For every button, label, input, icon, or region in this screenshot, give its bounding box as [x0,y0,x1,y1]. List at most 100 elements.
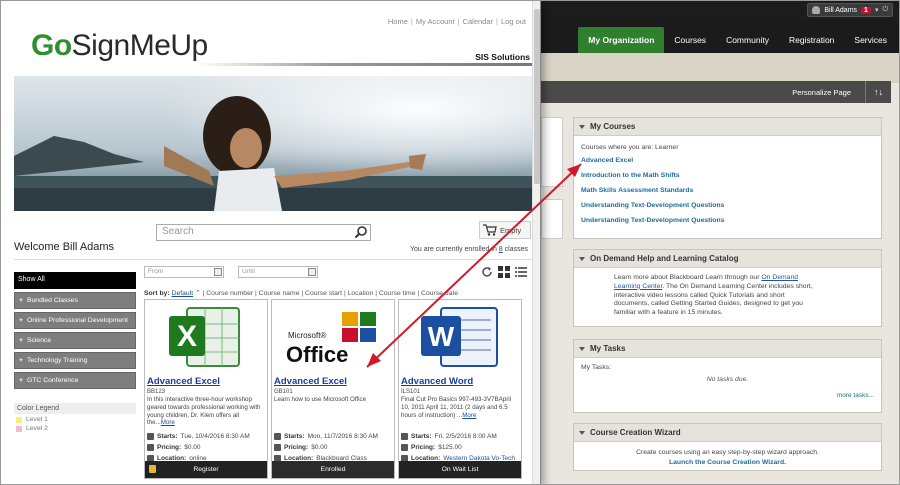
more-link[interactable]: More [161,419,175,426]
more-tasks-link[interactable]: more tasks... [581,392,874,399]
search-icon[interactable] [354,225,368,239]
calendar-icon [401,433,408,440]
sort-option[interactable]: Course date [421,290,458,297]
starts-label: Starts: [411,433,432,440]
calendar-icon[interactable] [214,268,222,276]
sidebar-item-gtc-conference[interactable]: + GTC Conference [14,372,136,389]
sidebar-item-label: GTC Conference [26,377,79,384]
chevron-down-icon[interactable]: ▾ [875,6,879,14]
tab-community[interactable]: Community [716,27,779,53]
sort-default-link[interactable]: Default [172,290,194,297]
module-header[interactable]: On Demand Help and Learning Catalog [574,250,881,268]
grid-view-icon[interactable] [498,266,510,278]
home-link[interactable]: Home [388,17,408,26]
legend-row: Level 1 [14,416,136,423]
refresh-icon[interactable] [481,266,493,278]
sidebar-item-label: Online Professional Development [26,317,128,324]
sort-option[interactable]: Course start [305,290,342,297]
word-logo-icon: W [421,307,498,367]
cart-label: Empty [500,225,522,235]
sidebar-item-bundled-classes[interactable]: + Bundled Classes [14,292,136,309]
legend-label: Level 1 [26,416,48,423]
sidebar-item-technology-training[interactable]: + Technology Training [14,352,136,369]
my-tasks-module: My Tasks My Tasks: No tasks due. more ta… [573,339,882,413]
cart-button[interactable]: Empty [479,221,531,239]
enrolled-button[interactable]: Enrolled [272,461,394,478]
logout-link[interactable]: Log out [501,17,526,26]
gosignmeup-logo[interactable]: GoSignMeUp [31,31,208,61]
scrollbar[interactable] [532,1,540,484]
plus-icon: + [19,377,23,384]
plus-icon: + [19,337,23,344]
collapse-icon[interactable] [579,346,585,351]
course-link[interactable]: Introduction to the Math Shifts [581,172,874,179]
price-tag-icon [274,444,281,451]
enrolled-suffix: classes [502,246,528,253]
sis-solutions-label: SIS Solutions [475,52,530,62]
sidebar-item-online-pd[interactable]: + Online Professional Development [14,312,136,329]
pricing-value: $0.00 [311,444,328,451]
course-link[interactable]: Understanding Text-Development Questions [581,217,874,224]
courses-subtitle: Courses where you are: Learner [581,144,679,151]
scrollbar-thumb[interactable] [534,9,540,184]
user-menu[interactable]: Bill Adams 1 ▾ ⏻ [807,3,893,17]
on-demand-module: On Demand Help and Learning Catalog Lear… [573,249,882,327]
notification-count[interactable]: 1 [861,6,871,14]
from-date-input[interactable]: From [144,266,224,278]
calendar-icon [274,433,281,440]
starts-label: Starts: [157,433,178,440]
starts-value: Mon, 11/7/2016 8:30 AM [307,433,378,440]
legend-row: Level 2 [14,425,136,432]
sidebar-item-science[interactable]: + Science [14,332,136,349]
course-meta: Starts: Tue, 10/4/2016 8:30 AM Pricing: $0… [147,430,267,463]
collapse-icon[interactable] [579,430,585,435]
starts-label: Starts: [284,433,305,440]
course-meta: Starts: Fri, 2/5/2016 8:00 AM Pricing: $12… [401,430,521,463]
course-title-link[interactable]: Advanced Word [401,376,473,387]
personalize-area: Personalize Page ↑↓ [778,81,891,103]
tab-registration[interactable]: Registration [779,27,844,53]
collapse-icon[interactable] [579,256,585,261]
sort-option[interactable]: Course time [379,290,416,297]
tab-courses[interactable]: Courses [664,27,716,53]
more-link[interactable]: More [462,412,476,419]
launch-wizard-link[interactable]: Launch the Course Creation Wizard. [581,458,874,468]
list-view-icon[interactable] [515,266,527,278]
course-link[interactable]: Math Skills Assessment Standards [581,187,874,194]
tab-my-organization[interactable]: My Organization [578,27,665,53]
collapse-icon[interactable] [579,124,585,129]
power-icon[interactable]: ⏻ [882,6,888,14]
course-title-link[interactable]: Advanced Excel [147,376,220,387]
price-tag-icon [401,444,408,451]
wait-list-button[interactable]: On Wait List [399,461,521,478]
course-meta: Starts: Mon, 11/7/2016 8:30 AM Pricing: $0… [274,430,394,463]
my-account-link[interactable]: My Account [416,17,455,26]
course-code: BB123 [147,389,166,395]
module-header[interactable]: My Courses [574,118,881,136]
calendar-icon[interactable] [308,268,316,276]
course-wizard-module: Course Creation Wizard Create courses us… [573,423,882,471]
course-description: Final Cut Pro Basics 997-493-3V7BApril 1… [401,396,519,419]
module-header[interactable]: Course Creation Wizard [574,424,881,442]
category-sidebar: Show All + Bundled Classes + Online Profes… [14,272,136,389]
personalize-page-button[interactable]: Personalize Page [778,81,866,103]
until-date-input[interactable]: Until [238,266,318,278]
course-link-advanced-excel[interactable]: Advanced Excel [581,157,874,164]
search-input[interactable]: Search [156,224,371,241]
module-header[interactable]: My Tasks [574,340,881,358]
course-card: W Advanced Word ILS101 Final Cut Pro Bas… [398,299,522,479]
register-button[interactable]: Register [145,461,267,478]
sort-option[interactable]: Location [348,290,374,297]
sort-option[interactable]: Course number [206,290,253,297]
calendar-link[interactable]: Calendar [463,17,493,26]
sidebar-item-show-all[interactable]: Show All [14,272,136,289]
enrolled-prefix: You are currently enrolled in [409,246,499,253]
legend-swatch [16,416,22,423]
divider [196,63,532,66]
svg-text:Office: Office [286,342,348,367]
course-title-link[interactable]: Advanced Excel [274,376,347,387]
course-link[interactable]: Understanding Text-Development Questions [581,202,874,209]
sort-option[interactable]: Course name [259,290,300,297]
sort-modules-icon[interactable]: ↑↓ [866,87,891,97]
tab-services[interactable]: Services [844,27,897,53]
